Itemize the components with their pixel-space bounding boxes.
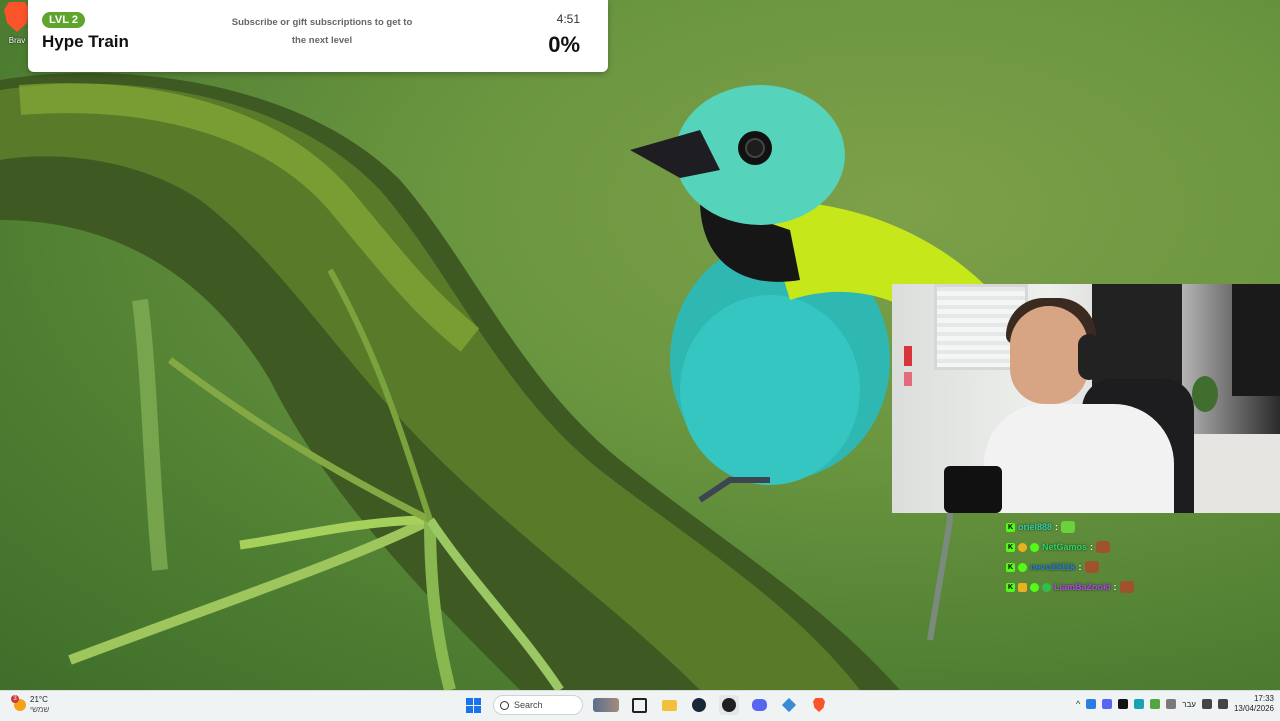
acoustic-panel [1232, 284, 1280, 396]
discord-button[interactable] [749, 695, 769, 715]
weather-temp: 21°C [30, 695, 48, 704]
hype-train-subtitle-line1: Subscribe or gift subscriptions to get t… [231, 17, 413, 28]
microphone [944, 466, 1002, 513]
brave-icon [813, 698, 825, 712]
tray-app-icon[interactable] [1150, 699, 1161, 709]
streamer-shirt [984, 404, 1174, 513]
streamer-face [1010, 306, 1088, 404]
chat-overlay: K oriel888 : K NetGamos : K nevo2911k : … [1006, 517, 1266, 597]
volume-icon[interactable] [1217, 699, 1228, 709]
hype-train-title: Hype Train [42, 32, 129, 51]
windows-icon [465, 697, 481, 713]
app-button[interactable] [779, 695, 799, 715]
plant [1192, 376, 1218, 412]
green-badge-icon [1018, 562, 1027, 572]
green-frog-emote [1061, 521, 1076, 533]
task-view-button[interactable] [629, 695, 649, 715]
chat-separator: : [1113, 582, 1117, 592]
chat-username: oriel888 [1018, 522, 1053, 532]
weather-widget[interactable]: 3 21°C שמשי [11, 695, 49, 715]
obs-icon [722, 698, 736, 712]
search-highlight-image[interactable] [593, 698, 619, 712]
discord-icon [751, 699, 767, 711]
obs-button[interactable] [719, 695, 739, 715]
tray-app-icon[interactable] [1118, 699, 1129, 709]
webcam-feed [892, 284, 1280, 513]
kick-icon: K [1006, 582, 1015, 592]
chat-username: NetGamos [1042, 542, 1088, 552]
diamond-app-icon [781, 697, 797, 713]
file-explorer-button[interactable] [659, 695, 679, 715]
search-icon [500, 700, 509, 710]
tray-app-icon[interactable] [1086, 699, 1097, 709]
chat-separator: : [1078, 562, 1082, 572]
kick-icon: K [1006, 522, 1015, 532]
face-emote [1119, 581, 1134, 593]
tray-app-icon[interactable] [1134, 699, 1145, 709]
sun-icon: 3 [11, 695, 26, 711]
tray-app-icon[interactable] [1102, 699, 1113, 709]
wall-item [904, 372, 912, 386]
notification-badge: 3 [11, 695, 19, 703]
search-label: Search [514, 700, 543, 710]
green-badge-icon [1030, 582, 1039, 592]
hype-train-timer: 4:51 [556, 12, 580, 26]
steam-icon [692, 698, 706, 712]
hype-train-subtitle-line2: the next level [291, 35, 353, 46]
hype-train-panel: LVL 2 Hype Train Subscribe or gift subsc… [28, 0, 608, 72]
crown-badge-icon [1018, 582, 1027, 592]
brave-button[interactable] [809, 695, 829, 715]
gold-badge-icon [1018, 542, 1027, 552]
wall-item [904, 346, 912, 366]
clock[interactable]: 17:33 13/04/2026 [1234, 694, 1274, 714]
hype-train-progress: 0% [548, 32, 580, 57]
chat-separator: : [1055, 522, 1059, 532]
chat-message: K nevo2911k : [1006, 557, 1266, 577]
chat-username: nevo2911k [1030, 562, 1076, 572]
face-emote [1096, 541, 1111, 553]
chat-message: K NetGamos : [1006, 537, 1266, 557]
face-emote [1084, 561, 1099, 573]
steam-button[interactable] [689, 695, 709, 715]
chevron-up-icon[interactable]: ^ [1076, 699, 1080, 709]
chat-message: K oriel888 : [1006, 517, 1266, 537]
task-view-icon [631, 697, 647, 713]
shelf [1190, 434, 1280, 513]
kick-icon: K [1006, 562, 1015, 572]
weather-desc: שמשי [30, 705, 50, 714]
clock-time: 17:33 [1253, 694, 1274, 703]
weather-text: 21°C שמשי [30, 695, 49, 715]
taskbar-search[interactable]: Search [493, 695, 583, 715]
start-button[interactable] [463, 695, 483, 715]
hype-train-subtitle: Subscribe or gift subscriptions to get t… [228, 14, 416, 50]
tray-app-icon[interactable] [1166, 699, 1177, 709]
network-icon[interactable] [1201, 699, 1212, 709]
system-tray: ^ עבר 17:33 13/04/2026 [1076, 694, 1274, 714]
folder-icon [661, 699, 677, 711]
chat-message: K LiamBaZooki : [1006, 577, 1266, 597]
chat-username: LiamBaZooki [1054, 582, 1111, 592]
brave-lion-icon [4, 2, 30, 32]
green-badge-icon [1030, 542, 1039, 552]
headset [1078, 334, 1100, 380]
language-indicator[interactable]: עבר [1182, 700, 1196, 709]
chat-separator: : [1090, 542, 1094, 552]
clock-date: 13/04/2026 [1233, 704, 1274, 713]
clover-badge-icon [1042, 582, 1051, 592]
taskbar-apps: Search [463, 695, 829, 715]
hype-train-level-badge: LVL 2 [42, 12, 85, 28]
kick-icon: K [1006, 542, 1015, 552]
taskbar: 3 21°C שמשי Search ^ עבר 17:33 13/04/202… [0, 690, 1280, 721]
